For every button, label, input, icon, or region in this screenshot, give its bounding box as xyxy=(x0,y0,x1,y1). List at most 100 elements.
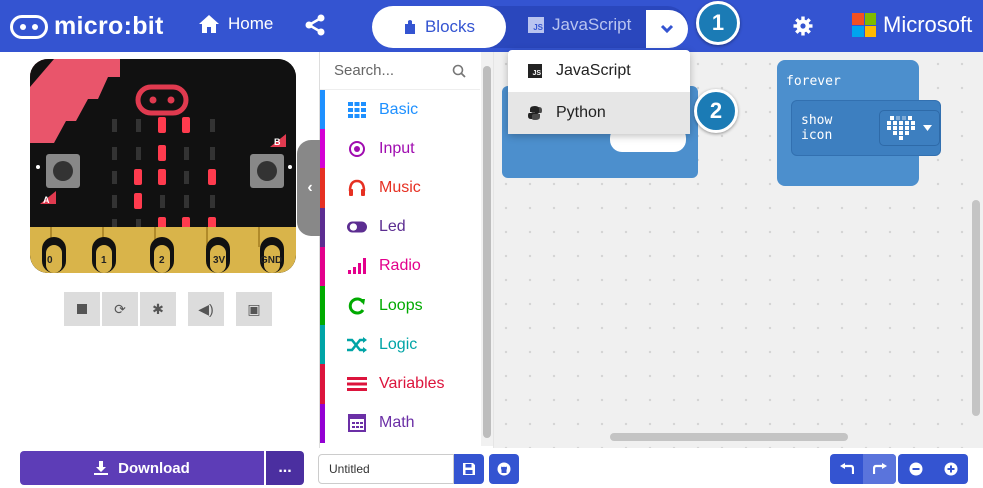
top-menu-bar: micro:bit Home Blocks JS JavaScript Micr… xyxy=(0,0,983,52)
puzzle-icon xyxy=(404,20,415,34)
category-loops[interactable]: Loops xyxy=(320,285,480,326)
toolbar-gap xyxy=(178,292,186,326)
simulator-toolbar: ⟳ ✱ ◀) ▣ xyxy=(64,292,272,326)
category-input[interactable]: Input xyxy=(320,129,480,169)
gear-icon xyxy=(793,16,813,36)
workspace-vertical-scrollbar[interactable] xyxy=(972,200,980,416)
microbit-logo-icon xyxy=(10,14,48,39)
undo-redo-group xyxy=(830,454,896,484)
download-button[interactable]: Download xyxy=(20,451,264,485)
category-label: Radio xyxy=(379,257,421,275)
toolbox: Search... Basic Input Music Led Radio Lo… xyxy=(320,52,494,448)
category-led[interactable]: Led xyxy=(320,207,480,247)
toolbar-gap-2 xyxy=(226,292,234,326)
zoom-in-icon xyxy=(944,462,957,476)
javascript-icon: JS xyxy=(528,64,542,78)
list-lines-icon xyxy=(347,374,367,394)
heart-icon xyxy=(887,116,916,140)
category-basic[interactable]: Basic xyxy=(320,90,480,130)
workspace-horizontal-scrollbar[interactable] xyxy=(610,433,848,441)
save-button[interactable] xyxy=(454,454,484,484)
category-logic[interactable]: Logic xyxy=(320,325,480,365)
redo-icon xyxy=(872,463,887,474)
step-1-callout: 1 xyxy=(696,1,740,45)
icon-picker-dropdown[interactable] xyxy=(878,110,940,146)
caret-down-icon xyxy=(923,125,933,131)
redo-button[interactable] xyxy=(863,454,896,484)
microsoft-squares-icon xyxy=(852,13,876,37)
category-variables[interactable]: Variables xyxy=(320,364,480,404)
signal-bars-icon xyxy=(347,256,367,276)
microbit-board[interactable]: 0 1 2 3V GND A B xyxy=(30,59,296,273)
zoom-in-button[interactable] xyxy=(933,454,968,484)
restart-icon: ⟳ xyxy=(114,300,126,317)
target-icon xyxy=(347,139,367,159)
javascript-icon: JS xyxy=(528,17,544,33)
javascript-tab-label: JavaScript xyxy=(552,15,632,34)
undo-icon xyxy=(839,463,854,474)
chevron-left-icon: ‹ xyxy=(307,179,313,196)
fullscreen-button[interactable]: ▣ xyxy=(236,292,272,326)
stop-button[interactable] xyxy=(64,292,100,326)
zoom-out-button[interactable] xyxy=(898,454,933,484)
category-label: Variables xyxy=(379,374,445,392)
show-icon-block[interactable]: show icon xyxy=(791,100,941,156)
simulator-panel: 0 1 2 3V GND A B ⟳ ✱ ◀) ▣ xyxy=(0,52,320,448)
forever-label: forever xyxy=(786,74,841,89)
category-label: Input xyxy=(379,139,415,157)
menu-item-python[interactable]: Python xyxy=(508,92,690,134)
settings-button[interactable] xyxy=(793,16,813,41)
loop-icon xyxy=(347,296,367,316)
category-label: Music xyxy=(379,178,421,196)
microbit-board-art xyxy=(30,59,296,273)
undo-button[interactable] xyxy=(830,454,863,484)
toolbox-scrollbar[interactable] xyxy=(483,66,491,438)
pin-1-label: 1 xyxy=(101,255,107,266)
category-label: Loops xyxy=(379,296,423,314)
chevron-down-icon xyxy=(660,24,674,34)
download-label: Download xyxy=(118,459,190,477)
calculator-icon xyxy=(347,413,367,433)
category-label: Math xyxy=(379,414,415,432)
debug-button[interactable]: ✱ xyxy=(140,292,176,326)
javascript-tab[interactable]: JS JavaScript xyxy=(528,15,631,35)
project-name-input[interactable] xyxy=(318,454,454,484)
show-icon-label: show icon xyxy=(801,113,833,143)
fullscreen-icon: ▣ xyxy=(247,300,261,317)
language-dropdown-button[interactable] xyxy=(646,10,688,48)
blocks-label: Blocks xyxy=(424,17,476,36)
microsoft-label: Microsoft xyxy=(883,12,973,37)
pin-2-label: 2 xyxy=(159,255,165,266)
category-music[interactable]: Music xyxy=(320,168,480,208)
brand-name: micro:bit xyxy=(54,12,164,40)
pin-3v-label: 3V xyxy=(213,255,226,266)
forever-block[interactable]: forever show icon xyxy=(777,60,941,186)
category-radio[interactable]: Radio xyxy=(320,246,480,286)
github-icon xyxy=(497,462,511,476)
share-icon xyxy=(305,14,325,36)
microsoft-logo[interactable]: Microsoft xyxy=(852,12,972,38)
menu-item-javascript[interactable]: JS JavaScript xyxy=(508,50,690,92)
download-more-button[interactable]: ... xyxy=(266,451,304,485)
mute-button[interactable]: ◀) xyxy=(188,292,224,326)
category-label: Led xyxy=(379,218,406,236)
share-button[interactable] xyxy=(304,14,326,41)
shuffle-icon xyxy=(347,335,367,355)
github-button[interactable] xyxy=(489,454,519,484)
toolbox-search[interactable]: Search... xyxy=(320,52,480,90)
search-input[interactable]: Search... xyxy=(334,62,394,79)
python-icon xyxy=(528,106,542,120)
category-math[interactable]: Math xyxy=(320,403,480,443)
microbit-logo[interactable]: micro:bit xyxy=(10,12,164,41)
category-label: Logic xyxy=(379,335,418,353)
floppy-disk-icon xyxy=(463,463,475,475)
button-a-label: A xyxy=(43,195,50,205)
restart-button[interactable]: ⟳ xyxy=(102,292,138,326)
headphones-icon xyxy=(347,178,367,198)
blocks-tab[interactable]: Blocks xyxy=(372,6,506,48)
home-button[interactable]: Home xyxy=(198,14,273,34)
makecode-editor: micro:bit Home Blocks JS JavaScript Micr… xyxy=(0,0,983,488)
pin-gnd-label: GND xyxy=(260,255,283,266)
menu-item-label: JavaScript xyxy=(556,62,631,79)
home-label: Home xyxy=(228,14,274,33)
